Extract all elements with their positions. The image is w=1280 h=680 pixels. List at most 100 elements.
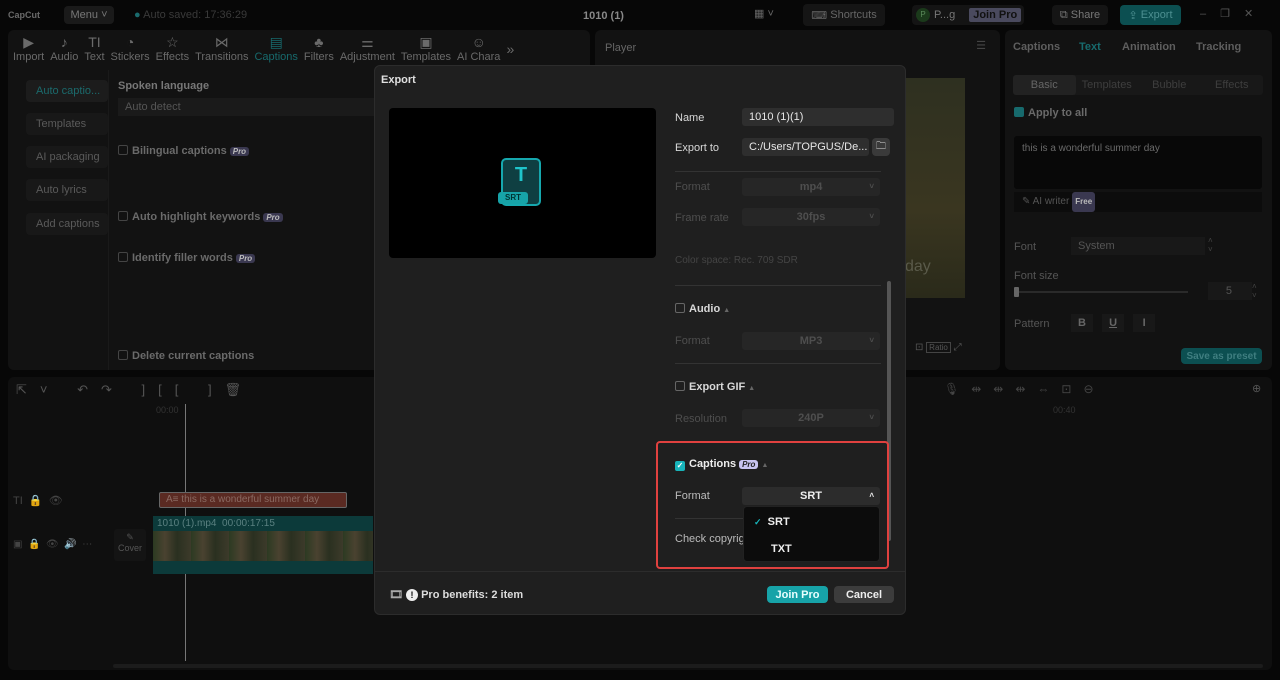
captions-label: Captions <box>689 458 737 470</box>
subtab-effects[interactable]: Effects <box>1201 75 1264 95</box>
window-controls[interactable]: –❐✕ <box>1200 7 1267 20</box>
more-tools-icon[interactable]: » <box>503 33 517 63</box>
resolution-select[interactable]: 240P ˅ <box>742 409 880 427</box>
cancel-button[interactable]: Cancel <box>834 586 894 603</box>
video-track-controls[interactable]: ▣ 🔒 👁 🔊 ⋯ <box>13 539 92 550</box>
option-srt[interactable]: ✓ SRT <box>754 516 790 528</box>
share-button[interactable]: ⧉ Share <box>1052 5 1108 25</box>
highlight-option[interactable]: Auto highlight keywords Pro <box>118 211 283 223</box>
bold-icon[interactable]: B <box>1071 314 1093 332</box>
italic-icon[interactable]: I <box>1133 314 1156 332</box>
checkbox[interactable] <box>118 145 128 155</box>
srt-badge: SRT <box>498 192 528 204</box>
tool-audio[interactable]: ♪ Audio <box>47 33 81 63</box>
tab-text[interactable]: Text <box>1079 41 1101 53</box>
checkbox[interactable] <box>118 211 128 221</box>
tab-animation[interactable]: Animation <box>1122 41 1176 53</box>
collapse-icon[interactable]: ▲ <box>748 385 755 392</box>
captions-checkbox[interactable]: ✓ <box>675 461 685 471</box>
language-select[interactable]: Auto detect <box>118 98 378 116</box>
ai-writer-label: AI writer <box>1032 196 1070 207</box>
autosave-text: Auto saved: 17:36:29 <box>143 9 248 21</box>
tool-transitions[interactable]: ⋈ Transitions <box>192 33 251 63</box>
divider <box>675 285 881 286</box>
audio-label: Audio <box>689 303 721 315</box>
cover-button[interactable]: ✎ Cover <box>114 529 146 561</box>
export-path-input[interactable]: C:/Users/TOPGUS/De... <box>742 138 869 156</box>
caption-text-area[interactable]: this is a wonderful summer day <box>1014 136 1262 189</box>
collapse-icon[interactable]: ▲ <box>761 462 768 469</box>
checkbox[interactable] <box>118 350 128 360</box>
ai-writer-button[interactable]: ✎ AI writer Free <box>1014 192 1262 212</box>
tool-text[interactable]: TI Text <box>81 33 107 63</box>
font-select[interactable]: System <box>1071 237 1205 255</box>
checkbox[interactable] <box>118 252 128 262</box>
tool-import[interactable]: ▶ Import <box>10 33 47 63</box>
captions-format-select[interactable]: SRT ˄ <box>742 487 880 505</box>
fullscreen-controls[interactable]: ⊡ Ratio ⤢ <box>915 342 962 353</box>
delete-captions-option[interactable]: Delete current captions <box>118 350 254 362</box>
video-format-select[interactable]: mp4 ˅ <box>742 178 880 196</box>
menu-button[interactable]: Menu ˅ <box>64 6 114 24</box>
audio-format-select[interactable]: MP3 ˅ <box>742 332 880 350</box>
user-area[interactable]: P P...g Join Pro <box>912 5 1024 25</box>
name-input[interactable]: 1010 (1)(1) <box>742 108 894 126</box>
caption-clip[interactable]: A≡ this is a wonderful summer day <box>159 492 347 508</box>
subtab-bubble[interactable]: Bubble <box>1138 75 1201 95</box>
text-track-controls[interactable]: TI 🔒 👁 <box>13 494 63 507</box>
zoom-in-icon[interactable]: ⊕ <box>1252 382 1261 395</box>
shortcuts-button[interactable]: ⌨ Shortcuts <box>803 4 885 26</box>
audio-option[interactable]: Audio ▲ <box>675 303 730 315</box>
gif-option[interactable]: Export GIF ▲ <box>675 381 755 393</box>
font-size-slider[interactable] <box>1014 287 1188 297</box>
pro-benefits[interactable]: 🎞 ! Pro benefits: 2 item <box>389 588 523 601</box>
underline-icon[interactable]: U <box>1102 314 1125 332</box>
captions-option[interactable]: ✓ Captions Pro ▲ <box>675 458 768 471</box>
gif-checkbox[interactable] <box>675 381 685 391</box>
font-size-stepper-icon[interactable]: ˄ ˅ <box>1252 282 1257 300</box>
join-pro-top[interactable]: Join Pro <box>969 8 1022 22</box>
filler-option[interactable]: Identify filler words Pro <box>118 252 256 264</box>
apply-all-checkbox[interactable]: Apply to all <box>1014 107 1087 119</box>
tool-captions[interactable]: ▤ Captions <box>251 33 300 63</box>
font-stepper-icon[interactable]: ˄ ˅ <box>1208 236 1213 254</box>
side-auto-lyrics[interactable]: Auto lyrics <box>26 179 108 201</box>
side-auto-captions[interactable]: Auto captio... <box>26 80 108 102</box>
font-size-input[interactable]: 5 <box>1208 282 1252 300</box>
tool-effects[interactable]: ☆ Effects <box>153 33 192 63</box>
side-add-captions[interactable]: Add captions <box>26 213 108 235</box>
tool-templates[interactable]: ▣ Templates <box>398 33 454 63</box>
option-txt[interactable]: TXT <box>771 543 792 555</box>
slider-handle[interactable] <box>1014 287 1019 297</box>
menu-icon[interactable]: ☰ <box>976 39 986 52</box>
join-pro-button[interactable]: Join Pro <box>767 586 828 603</box>
subtab-basic[interactable]: Basic <box>1013 75 1076 95</box>
timeline-right-tools[interactable]: 🎙⇹⇹⇹⇔⊡⊖ <box>944 382 1106 396</box>
horizontal-scrollbar[interactable] <box>113 664 1263 668</box>
pattern-label: Pattern <box>1014 318 1050 330</box>
tool-ai-character[interactable]: ☺ AI Chara <box>454 33 503 63</box>
save-preset-button[interactable]: Save as preset <box>1181 348 1262 364</box>
timeline-tools[interactable]: ⇱˅ ↶↷ ][[ ]🗑 <box>16 382 254 398</box>
gif-label: Export GIF <box>689 381 746 393</box>
side-templates[interactable]: Templates <box>26 113 108 135</box>
tab-captions[interactable]: Captions <box>1013 41 1060 53</box>
tab-tracking[interactable]: Tracking <box>1196 41 1241 53</box>
collapse-icon[interactable]: ▲ <box>723 307 730 314</box>
divider <box>375 571 905 572</box>
filler-label: Identify filler words <box>132 252 233 264</box>
checkbox[interactable] <box>1014 107 1024 117</box>
tool-stickers[interactable]: ◔ Stickers <box>108 33 153 63</box>
video-clip[interactable]: 1010 (1).mp4 00:00:17:15 <box>153 516 373 574</box>
layout-icon[interactable]: ▦ ˅ <box>754 7 774 20</box>
framerate-select[interactable]: 30fps ˅ <box>742 208 880 226</box>
audio-checkbox[interactable] <box>675 303 685 313</box>
export-button[interactable]: ⇪ Export <box>1120 5 1181 25</box>
folder-icon[interactable]: 🗀 <box>872 138 890 156</box>
ratio-button[interactable]: Ratio <box>926 342 951 353</box>
tool-adjustment[interactable]: ⚌ Adjustment <box>337 33 398 63</box>
tool-filters[interactable]: ♣ Filters <box>301 33 337 63</box>
subtab-templates[interactable]: Templates <box>1076 75 1139 95</box>
bilingual-option[interactable]: Bilingual captions Pro <box>118 145 250 157</box>
side-ai-packaging[interactable]: AI packaging <box>26 146 108 168</box>
